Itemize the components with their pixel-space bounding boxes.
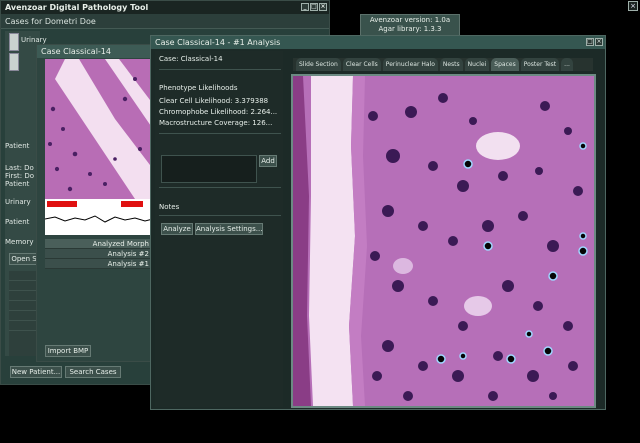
slide-thumbnail-image [45, 59, 153, 235]
tab-slide-section[interactable]: Slide Section [296, 58, 341, 71]
search-cases-button[interactable]: Search Cases [65, 366, 121, 378]
side-row-urinary: Urinary [21, 36, 47, 44]
side-row-urinary-2: Urinary [5, 198, 31, 206]
side-row-memory: Memory [5, 238, 34, 246]
divider [159, 69, 281, 70]
tab-perinuclear-halo[interactable]: Perinuclear Halo [382, 58, 438, 71]
notes-label: Notes [159, 203, 180, 211]
tab-poster-test[interactable]: Poster Test [520, 58, 560, 71]
tab-nuclei[interactable]: Nuclei [464, 58, 490, 71]
notes-input[interactable] [161, 155, 257, 183]
app-title: Avenzoar Digital Pathology Tool [5, 3, 149, 12]
close-icon[interactable]: × [628, 1, 638, 11]
analysis-info-pane: Case: Classical-14 Phenotype Likelihoods… [155, 51, 283, 407]
import-bmp-button[interactable]: Import BMP [45, 345, 91, 357]
maximize-icon[interactable]: □ [310, 3, 318, 11]
slide-viewer[interactable] [291, 74, 596, 408]
cases-tab-label: Cases for Dometri Doe [5, 17, 96, 26]
analysis-window-title: Case Classical-14 - #1 Analysis [155, 38, 281, 47]
patient-file-icon [9, 33, 19, 51]
new-patient-button[interactable]: New Patient... [10, 366, 62, 378]
main-window-controls: _ □ × [301, 3, 327, 11]
cases-tab[interactable]: Cases for Dometri Doe [1, 14, 329, 29]
analyses-list[interactable]: Analyzed Morph Analysis #2 Analysis #1 [45, 239, 153, 269]
side-row-patient-2: Patient [5, 180, 30, 188]
version-info-window: Avenzoar version: 1.0a Agar library: 1.3… [360, 14, 460, 36]
maximize-icon[interactable]: □ [586, 38, 594, 46]
case-titlebar[interactable]: Case Classical-14 [37, 45, 155, 58]
side-row-patient-1: Patient [5, 142, 30, 150]
divider [159, 133, 281, 134]
side-row-first: First: Do [5, 172, 34, 180]
analysis-settings-button[interactable]: Analysis Settings... [195, 223, 263, 235]
close-icon[interactable]: × [595, 38, 603, 46]
main-titlebar[interactable]: Avenzoar Digital Pathology Tool _ □ × [1, 1, 329, 14]
minimize-icon[interactable]: _ [301, 3, 309, 11]
close-icon[interactable]: × [319, 3, 327, 11]
version-text: Avenzoar version: 1.0a [369, 16, 451, 24]
clear-cell-likelihood: Clear Cell Likelihood: 3.379388 [159, 97, 269, 105]
case-window: Case Classical-14 Analyzed Morph Analysi… [36, 44, 156, 362]
histology-image [293, 76, 594, 406]
add-note-button[interactable]: Add [259, 155, 277, 167]
library-text: Agar library: 1.3.3 [378, 25, 442, 33]
macrostructure-coverage: Macrostructure Coverage: 126... [159, 119, 273, 127]
side-row-last: Last: Do [5, 164, 34, 172]
list-item[interactable]: Analysis #2 [45, 249, 153, 259]
open-button[interactable]: Open S [9, 253, 39, 265]
divider [159, 187, 281, 188]
side-row-patient-3: Patient [5, 218, 30, 226]
tab-nests[interactable]: Nests [439, 58, 463, 71]
tab-spaces[interactable]: Spaces [491, 58, 519, 71]
analyze-button[interactable]: Analyze [161, 223, 193, 235]
chromophobe-likelihood: Chromophobe Likelihood: 2.264... [159, 108, 278, 116]
case-label: Case: Classical-14 [159, 55, 223, 63]
analysis-window: Case Classical-14 - #1 Analysis □ × Case… [150, 35, 606, 410]
analysis-titlebar[interactable]: Case Classical-14 - #1 Analysis □ × [151, 36, 605, 49]
tab-clear-cells[interactable]: Clear Cells [342, 58, 381, 71]
analyses-header: Analyzed Morph [45, 239, 153, 249]
analysis-window-controls: □ × [586, 38, 603, 46]
overlay-tabs: Slide Section Clear Cells Perinuclear Ha… [293, 58, 593, 71]
slide-thumbnail[interactable] [45, 59, 153, 235]
tab-more[interactable]: ... [561, 58, 573, 71]
divider [159, 215, 281, 216]
case-file-icon [9, 53, 19, 71]
list-item[interactable]: Analysis #1 [45, 259, 153, 269]
phenotype-header: Phenotype Likelihoods [159, 84, 238, 92]
case-window-title: Case Classical-14 [41, 47, 111, 56]
